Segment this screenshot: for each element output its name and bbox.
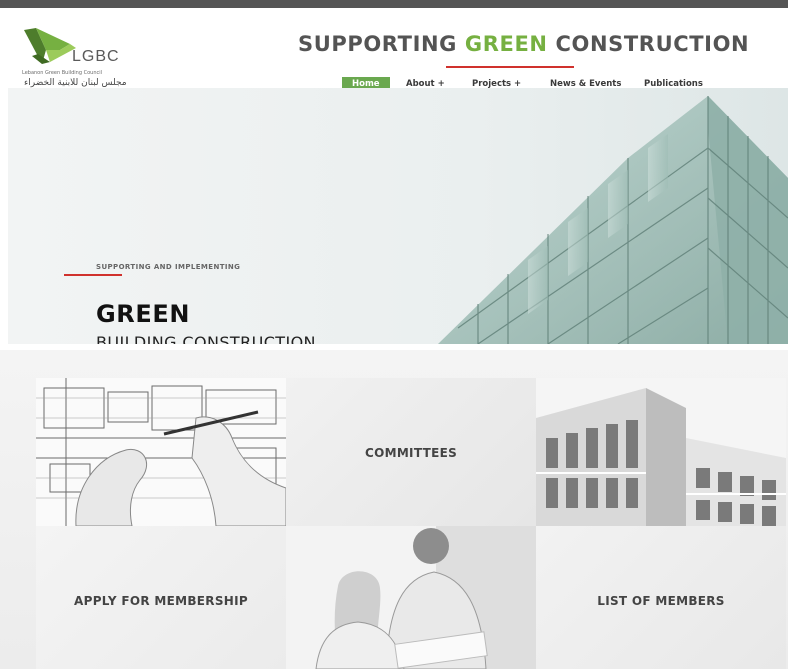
committees-label: COMMITTEES	[364, 446, 458, 460]
tile-building-image[interactable]	[536, 378, 786, 526]
tile-people-image[interactable]	[286, 526, 536, 669]
hero-accent-line	[64, 274, 122, 276]
tile-blueprint-image[interactable]	[36, 378, 286, 526]
modern-building-image	[536, 378, 786, 526]
tagline-part2: CONSTRUCTION	[547, 32, 750, 56]
hero-subtitle: SUPPORTING AND IMPLEMENTING	[96, 263, 241, 271]
site-header: LGBC Lebanon Green Building Council مجلس…	[0, 8, 788, 91]
apply-membership-label: APPLY FOR MEMBERSHIP	[74, 594, 248, 608]
hero-banner: SUPPORTING AND IMPLEMENTING GREEN BUILDI…	[8, 88, 788, 344]
blueprint-drawing-image	[36, 378, 286, 526]
site-tagline: SUPPORTING GREEN CONSTRUCTION	[298, 32, 749, 56]
hero-title: GREEN	[96, 300, 191, 328]
team-meeting-image	[286, 526, 536, 669]
logo-subtitle: Lebanon Green Building Council	[22, 70, 103, 76]
feature-tiles: COMMITTEES APPLY FOR MEMBERSHIP LIST OF …	[0, 350, 788, 669]
hero-title-second-line: BUILDING CONSTRUCTION	[96, 333, 316, 344]
tagline-part1: SUPPORTING	[298, 32, 465, 56]
top-bar	[0, 0, 788, 8]
list-members-label: LIST OF MEMBERS	[597, 594, 725, 608]
tagline-underline	[446, 66, 574, 68]
lgbc-logo[interactable]: LGBC Lebanon Green Building Council مجلس…	[20, 26, 150, 90]
logo-arabic-text: مجلس لبنان للابنية الخضراء	[24, 78, 127, 88]
tagline-green: GREEN	[464, 32, 548, 56]
logo-text: LGBC	[72, 48, 120, 65]
tile-list-members[interactable]: LIST OF MEMBERS	[536, 526, 786, 669]
tile-committees[interactable]: COMMITTEES	[286, 378, 536, 526]
tile-apply-membership[interactable]: APPLY FOR MEMBERSHIP	[36, 526, 286, 669]
